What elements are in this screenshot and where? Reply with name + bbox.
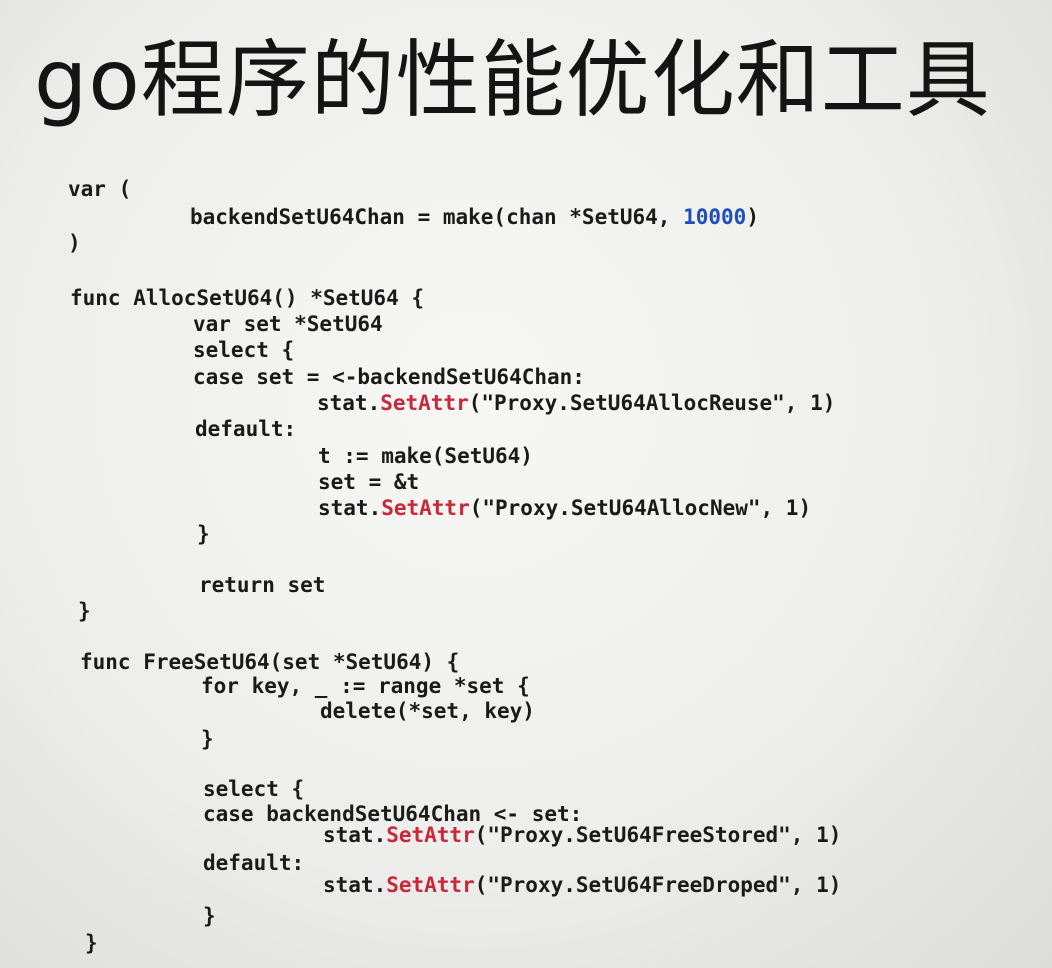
code-text: backendSetU64Chan = make(chan *SetU64, [190,205,684,229]
code-line: } [85,930,98,956]
code-text: default: [203,851,305,875]
code-line: } [203,903,216,929]
function-call: SetAttr [381,496,470,520]
code-line: default: [195,416,296,442]
code-text: ) [68,231,81,255]
slide: go程序的性能优化和工具 var (backendSetU64Chan = ma… [0,0,1052,968]
code-line: var ( [68,176,131,202]
code-text: } [85,931,98,955]
code-text: } [197,522,210,546]
code-text: stat. [318,496,382,520]
code-line: } [78,598,91,624]
code-line: select { [193,337,294,363]
code-text: return set [199,573,326,597]
code-line: func AllocSetU64() *SetU64 { [70,285,424,311]
code-line: var set *SetU64 [193,311,383,337]
code-text: select { [193,338,295,362]
code-text: var set *SetU64 [193,312,383,336]
function-call: SetAttr [386,873,475,897]
code-text: func AllocSetU64() *SetU64 { [70,286,425,310]
code-text: stat. [317,391,381,415]
code-line: ) [68,230,81,256]
code-line: stat.SetAttr("Proxy.SetU64FreeStored", 1… [323,822,841,848]
code-text: var ( [68,177,132,201]
code-text: t := make(SetU64) [318,444,533,468]
code-text: for key, _ := range *set { [201,674,530,698]
code-text: select { [203,777,305,801]
code-line: select { [203,776,304,802]
code-line: case set = <-backendSetU64Chan: [193,364,585,390]
code-text: ("Proxy.SetU64FreeStored", 1) [474,823,842,847]
code-text: ) [746,205,759,229]
code-text: } [201,727,214,751]
code-line: backendSetU64Chan = make(chan *SetU64, 1… [190,204,759,230]
code-line: default: [203,850,304,876]
code-text: set = &t [318,470,420,494]
code-line: func FreeSetU64(set *SetU64) { [80,649,459,675]
code-line: stat.SetAttr("Proxy.SetU64AllocReuse", 1… [317,390,835,416]
code-line: stat.SetAttr("Proxy.SetU64AllocNew", 1) [318,495,811,521]
code-text: ("Proxy.SetU64FreeDroped", 1) [474,873,842,897]
code-line: set = &t [318,469,419,495]
code-text: case set = <-backendSetU64Chan: [193,365,585,389]
code-text: delete(*set, key) [320,699,535,723]
code-line: stat.SetAttr("Proxy.SetU64FreeDroped", 1… [323,872,841,898]
function-call: SetAttr [386,823,475,847]
code-line: return set [199,572,325,598]
number-literal: 10000 [683,205,747,229]
code-text: ("Proxy.SetU64AllocReuse", 1) [468,391,836,415]
code-line: for key, _ := range *set { [201,673,530,699]
code-line: delete(*set, key) [320,698,535,724]
code-text: } [78,599,91,623]
code-line: } [201,726,214,752]
function-call: SetAttr [380,391,469,415]
code-text: stat. [323,823,387,847]
code-text: stat. [323,873,387,897]
code-text: func FreeSetU64(set *SetU64) { [80,650,460,674]
code-text: ("Proxy.SetU64AllocNew", 1) [469,496,812,520]
code-text: } [203,904,216,928]
code-line: t := make(SetU64) [318,443,533,469]
code-block: var ( backendSetU64Chan = make(chan *SetU… [0,0,1052,968]
code-line: } [197,521,210,547]
code-text: default: [195,417,297,441]
